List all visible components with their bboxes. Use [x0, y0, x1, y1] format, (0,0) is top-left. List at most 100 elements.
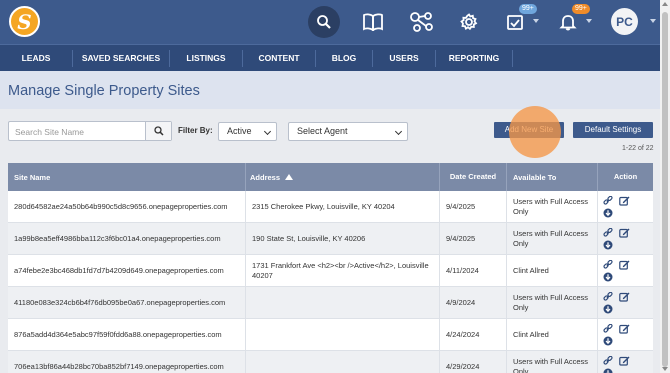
download-icon[interactable] — [603, 304, 613, 314]
cell-address — [246, 287, 440, 318]
messages-badge: 99+ — [519, 4, 537, 14]
table-body: 280d64582ae24a50b64b990c5d8c9656.onepage… — [8, 191, 653, 373]
link-icon[interactable] — [603, 356, 613, 366]
nav-divider — [512, 50, 513, 67]
avatar[interactable]: PC — [611, 8, 638, 35]
gear-icon[interactable] — [451, 7, 487, 37]
cell-available-to: Users with Full Access Only — [507, 223, 598, 254]
column-date-created-label: Date Created — [449, 172, 497, 181]
cell-site-name[interactable]: 1a99b8ea5eff4986bba112c3f6bc01a4.onepage… — [8, 223, 246, 254]
nav-saved-searches[interactable]: SAVED SEARCHES — [73, 45, 169, 72]
scrollbar-thumb[interactable] — [662, 12, 668, 367]
cell-available-to: Clint Allred — [507, 319, 598, 350]
edit-icon[interactable] — [619, 260, 630, 270]
column-site-name[interactable]: Site Name — [8, 163, 246, 191]
cell-site-name[interactable]: 280d64582ae24a50b64b990c5d8c9656.onepage… — [8, 191, 246, 222]
row-actions — [603, 292, 635, 316]
nav-blog[interactable]: BLOG — [316, 45, 372, 72]
cell-available-to: Users with Full Access Only — [507, 191, 598, 222]
download-icon[interactable] — [603, 336, 613, 346]
table-row: 706ea13bf86a44b28bc70ba852bf7149.onepage… — [8, 351, 653, 373]
cell-address — [246, 319, 440, 350]
search-icon[interactable] — [308, 6, 340, 38]
messages-icon[interactable]: 99+ — [497, 4, 537, 37]
search-icon — [153, 126, 164, 136]
filter-label: Filter By: — [178, 126, 213, 135]
nav-leads[interactable]: LEADS — [0, 45, 72, 72]
cell-address: 1731 Frankfort Ave <h2><br />Active</h2>… — [246, 255, 440, 286]
column-date-created[interactable]: Date Created — [440, 163, 507, 191]
agent-select[interactable]: Select Agent — [288, 122, 408, 141]
table-row: 876a5add4d364e5abc97f59f0fdd6a88.onepage… — [8, 319, 653, 351]
column-address-label: Address — [250, 172, 281, 182]
link-icon[interactable] — [603, 228, 613, 238]
book-icon[interactable] — [355, 7, 391, 37]
nav-content[interactable]: CONTENT — [243, 45, 315, 72]
status-select-value: Active — [227, 126, 252, 136]
link-icon[interactable] — [603, 260, 613, 270]
sites-table: Site Name Address Date Created Available… — [8, 163, 653, 373]
link-icon[interactable] — [603, 292, 613, 302]
status-select[interactable]: Active — [218, 122, 277, 141]
edit-icon[interactable] — [619, 196, 630, 206]
column-available-to[interactable]: Available To — [507, 163, 598, 191]
edit-icon[interactable] — [619, 324, 630, 334]
sort-asc-icon — [285, 174, 294, 180]
edit-icon[interactable] — [619, 292, 630, 302]
row-actions — [603, 196, 635, 220]
notifications-dropdown-icon[interactable] — [586, 19, 592, 23]
scroll-down-icon[interactable] — [662, 367, 668, 371]
download-icon[interactable] — [603, 208, 613, 218]
nav-reporting[interactable]: REPORTING — [436, 45, 512, 72]
cell-available-to: Users with Full Access Only — [507, 351, 598, 373]
default-settings-button[interactable]: Default Settings — [573, 122, 653, 138]
cell-date-created: 4/11/2024 — [440, 255, 507, 286]
column-action: Action — [613, 172, 638, 181]
nav-listings[interactable]: LISTINGS — [170, 45, 242, 72]
page-title: Manage Single Property Sites — [8, 83, 200, 99]
click-highlight — [509, 106, 561, 158]
cell-address: 190 State St, Louisville, KY 40206 — [246, 223, 440, 254]
cell-site-name[interactable]: 876a5add4d364e5abc97f59f0fdd6a88.onepage… — [8, 319, 246, 350]
row-actions — [603, 356, 635, 373]
network-icon[interactable] — [404, 7, 440, 37]
cell-address — [246, 351, 440, 373]
main-nav: LEADS SAVED SEARCHES LISTINGS CONTENT BL… — [0, 44, 670, 71]
cell-available-to: Clint Allred — [507, 255, 598, 286]
row-actions — [603, 324, 635, 348]
logo[interactable]: S — [9, 6, 40, 37]
cell-site-name[interactable]: 706ea13bf86a44b28bc70ba852bf7149.onepage… — [8, 351, 246, 373]
bell-icon[interactable]: 99+ — [550, 4, 590, 37]
link-icon[interactable] — [603, 324, 613, 334]
messages-dropdown-icon[interactable] — [533, 19, 539, 23]
download-icon[interactable] — [603, 368, 613, 373]
cell-date-created: 4/29/2024 — [440, 351, 507, 373]
edit-icon[interactable] — [619, 228, 630, 238]
download-icon[interactable] — [603, 272, 613, 282]
edit-icon[interactable] — [619, 356, 630, 366]
chevron-down-icon — [394, 127, 403, 136]
table-header: Site Name Address Date Created Available… — [8, 163, 653, 191]
table-row: 280d64582ae24a50b64b990c5d8c9656.onepage… — [8, 191, 653, 223]
cell-date-created: 9/4/2025 — [440, 191, 507, 222]
cell-date-created: 9/4/2025 — [440, 223, 507, 254]
table-row: a74febe2e3bc468db1fd7d7b4209d649.onepage… — [8, 255, 653, 287]
cell-date-created: 4/24/2024 — [440, 319, 507, 350]
cell-site-name[interactable]: 41180e083e324cb6b4f76db095be0a67.onepage… — [8, 287, 246, 318]
agent-select-value: Select Agent — [297, 126, 348, 136]
search-button[interactable] — [145, 122, 171, 140]
cell-address: 2315 Cherokee Pkwy, Louisville, KY 40204 — [246, 191, 440, 222]
cell-site-name[interactable]: a74febe2e3bc468db1fd7d7b4209d649.onepage… — [8, 255, 246, 286]
scroll-up-icon[interactable] — [662, 2, 668, 6]
link-icon[interactable] — [603, 196, 613, 206]
top-bar: S 99+ 99+ PC — [0, 0, 670, 44]
nav-users[interactable]: USERS — [373, 45, 435, 72]
table-row: 41180e083e324cb6b4f76db095be0a67.onepage… — [8, 287, 653, 319]
table-row: 1a99b8ea5eff4986bba112c3f6bc01a4.onepage… — [8, 223, 653, 255]
row-actions — [603, 260, 635, 284]
download-icon[interactable] — [603, 240, 613, 250]
search-input[interactable] — [9, 123, 145, 141]
account-dropdown-icon[interactable] — [650, 19, 656, 23]
scrollbar[interactable] — [660, 0, 670, 373]
column-address[interactable]: Address — [246, 163, 440, 191]
